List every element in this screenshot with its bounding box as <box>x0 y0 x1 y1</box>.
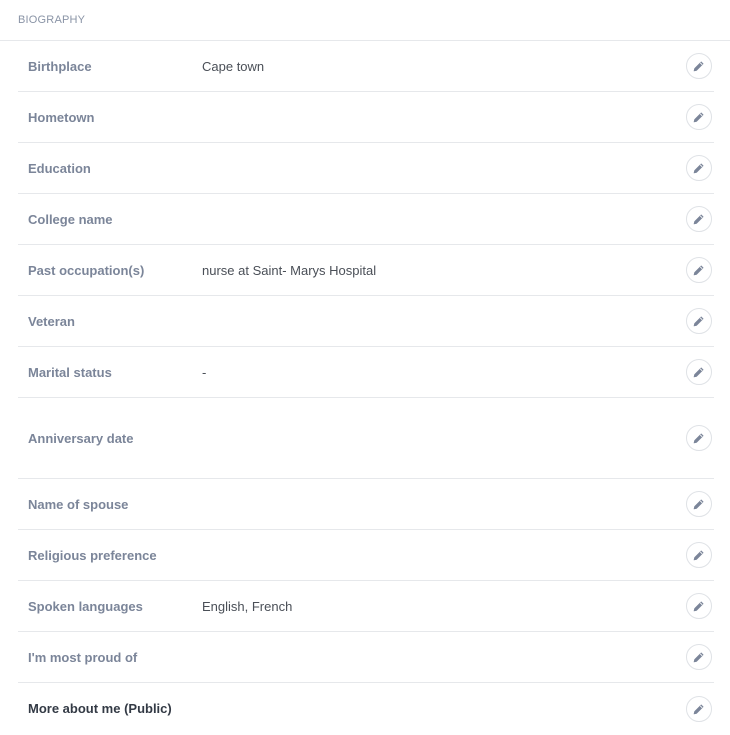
pencil-icon <box>693 651 705 663</box>
row-anniversary-date: Anniversary date <box>18 398 714 479</box>
field-value: English, French <box>202 598 293 614</box>
pencil-icon <box>693 264 705 276</box>
edit-most-proud-of-button[interactable] <box>686 644 712 670</box>
pencil-icon <box>693 703 705 715</box>
row-birthplace: Birthplace Cape town <box>18 41 714 92</box>
section-title: BIOGRAPHY <box>18 14 86 26</box>
field-label: Hometown <box>28 109 95 125</box>
edit-hometown-button[interactable] <box>686 104 712 130</box>
row-more-about-me: More about me (Public) <box>18 683 714 734</box>
row-name-of-spouse: Name of spouse <box>18 479 714 530</box>
field-label: I'm most proud of <box>28 649 138 665</box>
row-education: Education <box>18 143 714 194</box>
edit-religious-preference-button[interactable] <box>686 542 712 568</box>
field-label: Spoken languages <box>28 598 143 614</box>
edit-marital-status-button[interactable] <box>686 359 712 385</box>
pencil-icon <box>693 498 705 510</box>
field-label: Religious preference <box>28 547 157 563</box>
field-value: nurse at Saint- Marys Hospital <box>202 262 377 278</box>
field-value: - <box>202 364 207 380</box>
row-most-proud-of: I'm most proud of <box>18 632 714 683</box>
row-religious-preference: Religious preference <box>18 530 714 581</box>
pencil-icon <box>693 162 705 174</box>
field-label: More about me (Public) <box>28 701 172 716</box>
edit-more-about-me-button[interactable] <box>686 695 712 722</box>
edit-veteran-button[interactable] <box>686 308 712 334</box>
edit-education-button[interactable] <box>686 155 712 181</box>
pencil-icon <box>693 213 705 225</box>
row-marital-status: Marital status - <box>18 347 714 398</box>
field-label: Birthplace <box>28 58 92 74</box>
pencil-icon <box>693 432 705 444</box>
biography-section: BIOGRAPHY Birthplace Cape town Hometown … <box>0 0 730 734</box>
biography-list: Birthplace Cape town Hometown Education … <box>18 41 714 734</box>
field-label: Marital status <box>28 364 112 380</box>
field-value: Cape town <box>202 58 265 74</box>
edit-name-of-spouse-button[interactable] <box>686 491 712 517</box>
field-label: Veteran <box>28 313 75 329</box>
pencil-icon <box>693 315 705 327</box>
edit-spoken-languages-button[interactable] <box>686 593 712 619</box>
field-label: Past occupation(s) <box>28 262 145 278</box>
edit-anniversary-date-button[interactable] <box>686 425 712 451</box>
pencil-icon <box>693 60 705 72</box>
row-hometown: Hometown <box>18 92 714 143</box>
pencil-icon <box>693 549 705 561</box>
row-college-name: College name <box>18 194 714 245</box>
field-label: Name of spouse <box>28 496 129 512</box>
row-veteran: Veteran <box>18 296 714 347</box>
pencil-icon <box>693 366 705 378</box>
row-past-occupation: Past occupation(s) nurse at Saint- Marys… <box>18 245 714 296</box>
pencil-icon <box>693 111 705 123</box>
field-label: College name <box>28 211 113 227</box>
field-label: Anniversary date <box>28 430 134 446</box>
pencil-icon <box>693 600 705 612</box>
edit-past-occupation-button[interactable] <box>686 257 712 283</box>
row-spoken-languages: Spoken languages English, French <box>18 581 714 632</box>
edit-college-name-button[interactable] <box>686 206 712 232</box>
field-label: Education <box>28 160 91 176</box>
section-header: BIOGRAPHY <box>0 0 730 41</box>
edit-birthplace-button[interactable] <box>686 53 712 79</box>
